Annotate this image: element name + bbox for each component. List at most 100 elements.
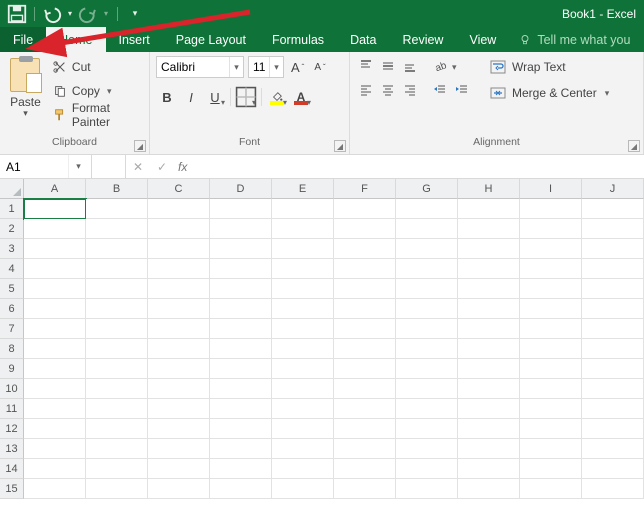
- cell[interactable]: [334, 199, 396, 219]
- cell[interactable]: [24, 439, 86, 459]
- name-box-dropdown[interactable]: ▾: [68, 155, 88, 178]
- column-header[interactable]: I: [520, 179, 582, 199]
- merge-center-button[interactable]: Merge & Center ▾: [486, 82, 613, 104]
- cell[interactable]: [396, 419, 458, 439]
- cell[interactable]: [24, 279, 86, 299]
- cell[interactable]: [86, 319, 148, 339]
- paste-button[interactable]: Paste ▾: [6, 56, 45, 136]
- cell[interactable]: [334, 399, 396, 419]
- cell[interactable]: [334, 379, 396, 399]
- increase-indent-button[interactable]: [452, 80, 472, 100]
- cell[interactable]: [272, 399, 334, 419]
- redo-button[interactable]: [77, 3, 99, 25]
- cell[interactable]: [24, 239, 86, 259]
- cell[interactable]: [210, 319, 272, 339]
- cell[interactable]: [396, 239, 458, 259]
- wrap-text-button[interactable]: Wrap Text: [486, 56, 613, 78]
- cell[interactable]: [210, 339, 272, 359]
- cell[interactable]: [582, 399, 644, 419]
- undo-dropdown[interactable]: ▾: [65, 3, 75, 25]
- row-header[interactable]: 14: [0, 459, 24, 479]
- orientation-dropdown[interactable]: ▾: [452, 62, 457, 73]
- align-right-button[interactable]: [400, 80, 420, 100]
- cell[interactable]: [582, 259, 644, 279]
- cell[interactable]: [86, 339, 148, 359]
- row-header[interactable]: 4: [0, 259, 24, 279]
- row-header[interactable]: 10: [0, 379, 24, 399]
- copy-dropdown[interactable]: ▾: [107, 86, 112, 97]
- cell[interactable]: [520, 319, 582, 339]
- align-bottom-button[interactable]: [400, 56, 420, 76]
- cell[interactable]: [520, 459, 582, 479]
- cell[interactable]: [458, 319, 520, 339]
- cell[interactable]: [24, 419, 86, 439]
- redo-dropdown[interactable]: ▾: [101, 3, 111, 25]
- row-header[interactable]: 9: [0, 359, 24, 379]
- cancel-formula-button[interactable]: ✕: [126, 155, 150, 178]
- tab-formulas[interactable]: Formulas: [259, 27, 337, 52]
- cell[interactable]: [334, 419, 396, 439]
- cell[interactable]: [582, 279, 644, 299]
- cell[interactable]: [272, 439, 334, 459]
- cell[interactable]: [458, 419, 520, 439]
- cell[interactable]: [86, 279, 148, 299]
- cell[interactable]: [396, 279, 458, 299]
- row-header[interactable]: 3: [0, 239, 24, 259]
- cell[interactable]: [272, 479, 334, 499]
- cell[interactable]: [458, 399, 520, 419]
- cell[interactable]: [148, 239, 210, 259]
- cell[interactable]: [210, 399, 272, 419]
- tab-insert[interactable]: Insert: [106, 27, 163, 52]
- cell[interactable]: [148, 479, 210, 499]
- cell[interactable]: [210, 259, 272, 279]
- cell[interactable]: [520, 399, 582, 419]
- cell[interactable]: [86, 219, 148, 239]
- cell[interactable]: [24, 359, 86, 379]
- cell[interactable]: [458, 359, 520, 379]
- enter-formula-button[interactable]: ✓: [150, 155, 174, 178]
- cell[interactable]: [24, 399, 86, 419]
- cell[interactable]: [396, 199, 458, 219]
- cell[interactable]: [582, 219, 644, 239]
- column-header[interactable]: D: [210, 179, 272, 199]
- cell[interactable]: [458, 199, 520, 219]
- cell[interactable]: [148, 459, 210, 479]
- cell[interactable]: [396, 259, 458, 279]
- cell[interactable]: [582, 239, 644, 259]
- font-name-input[interactable]: [157, 60, 229, 74]
- cell[interactable]: [148, 319, 210, 339]
- font-name-dropdown[interactable]: ▾: [229, 57, 243, 77]
- align-top-button[interactable]: [356, 56, 376, 76]
- cell[interactable]: [582, 459, 644, 479]
- cell[interactable]: [210, 479, 272, 499]
- row-header[interactable]: 1: [0, 199, 24, 219]
- cell[interactable]: [86, 459, 148, 479]
- cell[interactable]: [582, 379, 644, 399]
- name-box-input[interactable]: [0, 160, 68, 174]
- align-left-button[interactable]: [356, 80, 376, 100]
- name-box[interactable]: ▾: [0, 155, 92, 178]
- cell[interactable]: [396, 459, 458, 479]
- cell[interactable]: [86, 379, 148, 399]
- cell[interactable]: [520, 419, 582, 439]
- cell[interactable]: [582, 359, 644, 379]
- row-header[interactable]: 5: [0, 279, 24, 299]
- tell-me-search[interactable]: Tell me what you: [509, 27, 630, 52]
- cell[interactable]: [272, 299, 334, 319]
- cell[interactable]: [86, 479, 148, 499]
- cell[interactable]: [272, 219, 334, 239]
- italic-button[interactable]: I: [180, 86, 202, 108]
- cell[interactable]: [520, 299, 582, 319]
- row-header[interactable]: 7: [0, 319, 24, 339]
- cell[interactable]: [86, 359, 148, 379]
- cell[interactable]: [520, 439, 582, 459]
- undo-button[interactable]: [41, 3, 63, 25]
- font-name-combo[interactable]: ▾: [156, 56, 244, 78]
- copy-button[interactable]: Copy ▾: [49, 80, 143, 102]
- cell[interactable]: [210, 239, 272, 259]
- tab-home[interactable]: Home: [46, 27, 105, 52]
- decrease-indent-button[interactable]: [430, 80, 450, 100]
- cell[interactable]: [396, 379, 458, 399]
- font-color-button[interactable]: A ▾: [290, 86, 312, 108]
- clipboard-launcher[interactable]: ◢: [134, 140, 146, 152]
